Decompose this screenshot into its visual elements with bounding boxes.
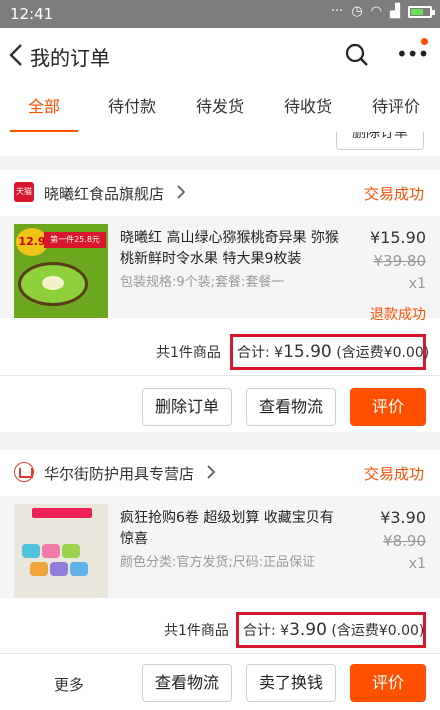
tab-all[interactable]: 全部 bbox=[0, 84, 88, 132]
order-summary: 共1件商品 合计: ¥3.90 (含运费¥0.00) bbox=[0, 606, 440, 654]
delete-order-button[interactable]: 删除订单 bbox=[336, 132, 424, 150]
product-item[interactable]: 12.9 第一件25.8元 晓曦红 高山绿心猕猴桃奇异果 弥猴桃新鲜时令水果 特… bbox=[0, 216, 440, 318]
review-button[interactable]: 评价 bbox=[350, 664, 426, 702]
order-card: 华尔街防护用具专营店 交易成功 疯狂抢购6卷 超级划算 收藏宝贝有惊喜 颜色分类… bbox=[0, 450, 440, 710]
delete-order-button[interactable]: 删除订单 bbox=[142, 388, 232, 426]
product-item[interactable]: 疯狂抢购6卷 超级划算 收藏宝贝有惊喜 颜色分类:官方发货;尺码:正品保证 ¥3… bbox=[0, 496, 440, 598]
product-thumbnail[interactable] bbox=[14, 504, 108, 598]
product-spec: 颜色分类:官方发货;尺码:正品保证 bbox=[120, 555, 316, 570]
product-quantity: x1 bbox=[408, 556, 426, 572]
product-price: ¥3.90 bbox=[380, 508, 426, 527]
item-count: 共1件商品 bbox=[164, 623, 229, 639]
tab-pending-receipt[interactable]: 待收货 bbox=[264, 84, 352, 132]
order-status: 交易成功 bbox=[363, 185, 424, 203]
order-total-highlight: 合计: ¥3.90 (含运费¥0.00) bbox=[236, 612, 426, 648]
page-title: 我的订单 bbox=[30, 46, 110, 70]
sell-item-button[interactable]: 卖了换钱 bbox=[246, 664, 336, 702]
product-quantity: x1 bbox=[408, 276, 426, 292]
status-icons: ··· ◷ ◠ ▟ bbox=[330, 4, 435, 19]
view-logistics-button[interactable]: 查看物流 bbox=[246, 388, 336, 426]
shipping-note: (含运费¥0.00) bbox=[326, 623, 425, 639]
view-logistics-button[interactable]: 查看物流 bbox=[142, 664, 232, 702]
notification-dots-icon: ··· bbox=[330, 4, 344, 19]
search-icon[interactable] bbox=[344, 42, 370, 68]
chevron-right-icon bbox=[207, 465, 216, 479]
order-tabs: 全部 待付款 待发货 待收货 待评价 bbox=[0, 84, 440, 132]
wifi-icon: ◠ bbox=[370, 4, 382, 19]
tab-pending-payment[interactable]: 待付款 bbox=[88, 84, 176, 132]
promo-label: 第一件25.8元 bbox=[44, 232, 106, 248]
chevron-right-icon bbox=[177, 185, 186, 199]
unread-dot bbox=[421, 38, 428, 45]
tmall-icon: 天猫 bbox=[14, 182, 34, 202]
shop-row[interactable]: 华尔街防护用具专营店 交易成功 bbox=[0, 450, 440, 496]
shop-row[interactable]: 天猫 晓曦红食品旗舰店 交易成功 bbox=[0, 170, 440, 216]
product-thumbnail[interactable]: 12.9 第一件25.8元 bbox=[14, 224, 108, 318]
tab-pending-review[interactable]: 待评价 bbox=[352, 84, 440, 132]
battery-icon bbox=[408, 5, 435, 18]
order-summary: 共1件商品 合计: ¥15.90 (含运费¥0.00) bbox=[0, 328, 440, 376]
order-status: 交易成功 bbox=[363, 465, 424, 483]
header: 我的订单 ••• bbox=[0, 28, 440, 84]
product-title[interactable]: 疯狂抢购6卷 超级划算 收藏宝贝有惊喜 bbox=[120, 508, 340, 550]
shop-name[interactable]: 华尔街防护用具专营店 bbox=[44, 463, 194, 484]
signal-icon: ▟ bbox=[390, 4, 400, 19]
total-label: 合计: ¥ bbox=[243, 623, 290, 639]
refund-status[interactable]: 退款成功 bbox=[370, 304, 426, 324]
order-total-highlight: 合计: ¥15.90 (含运费¥0.00) bbox=[230, 334, 430, 370]
order-actions: 更多 查看物流 卖了换钱 评价 bbox=[0, 654, 440, 710]
original-price: ¥8.90 bbox=[383, 532, 426, 550]
total-amount: 3.90 bbox=[289, 620, 327, 640]
original-price: ¥39.80 bbox=[373, 252, 427, 270]
store-icon bbox=[14, 462, 34, 482]
product-banner bbox=[32, 508, 92, 518]
previous-order-peek: 删除订单 bbox=[0, 132, 440, 156]
review-button[interactable]: 评价 bbox=[350, 388, 426, 426]
status-bar: 12:41 ··· ◷ ◠ ▟ bbox=[0, 0, 440, 28]
total-amount: 15.90 bbox=[283, 342, 332, 362]
total-label: 合计: ¥ bbox=[237, 345, 284, 361]
more-menu-icon[interactable]: ••• bbox=[396, 38, 429, 68]
order-actions: 删除订单 查看物流 评价 bbox=[0, 376, 440, 436]
shop-name[interactable]: 晓曦红食品旗舰店 bbox=[44, 183, 164, 204]
more-actions-link[interactable]: 更多 bbox=[54, 674, 84, 695]
shipping-note: (含运费¥0.00) bbox=[331, 345, 430, 361]
tab-pending-shipment[interactable]: 待发货 bbox=[176, 84, 264, 132]
order-card: 天猫 晓曦红食品旗舰店 交易成功 12.9 第一件25.8元 晓曦红 高山绿心猕… bbox=[0, 170, 440, 432]
status-time: 12:41 bbox=[10, 5, 54, 23]
back-arrow-icon[interactable] bbox=[6, 40, 28, 70]
product-spec: 包装规格:9个装;套餐:套餐一 bbox=[120, 275, 285, 290]
product-price: ¥15.90 bbox=[370, 228, 426, 247]
item-count: 共1件商品 bbox=[156, 345, 221, 361]
alarm-icon: ◷ bbox=[351, 4, 363, 19]
product-title[interactable]: 晓曦红 高山绿心猕猴桃奇异果 弥猴桃新鲜时令水果 特大果9枚装 bbox=[120, 228, 340, 270]
